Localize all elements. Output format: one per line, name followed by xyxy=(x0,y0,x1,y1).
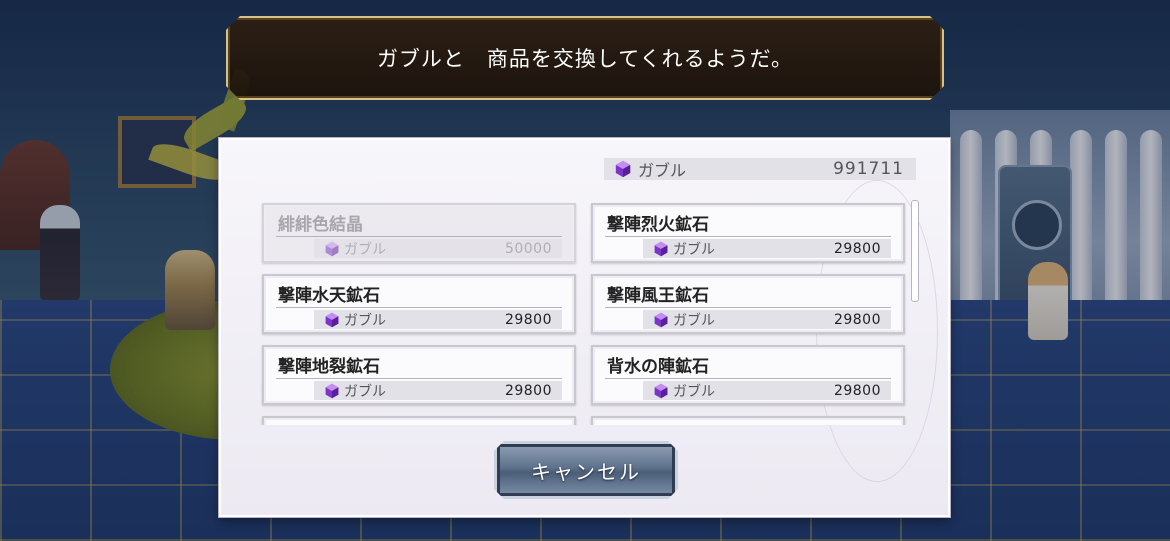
item-currency: ガブル xyxy=(673,383,715,400)
item-currency: ガブル xyxy=(344,312,386,329)
item-divider xyxy=(605,378,891,379)
item-price: 29800 xyxy=(833,311,881,328)
shop-item-1[interactable]: 撃陣烈火鉱石 ガブル 29800 xyxy=(591,203,905,263)
item-price: 29800 xyxy=(833,382,881,399)
item-currency: ガブル xyxy=(673,241,715,258)
item-price-row: ガブル 29800 xyxy=(643,310,891,329)
shop-item-4[interactable]: 撃陣地裂鉱石 ガブル 29800 xyxy=(262,345,576,405)
shop-item-3[interactable]: 撃陣風王鉱石 ガブル 29800 xyxy=(591,274,905,334)
purple-gem-icon xyxy=(325,241,339,256)
shop-item-5[interactable]: 背水の陣鉱石 ガブル 29800 xyxy=(591,345,905,405)
item-list-scrollbar[interactable] xyxy=(911,200,919,302)
message-text: ガブルと 商品を交換してくれるようだ。 xyxy=(376,47,794,71)
message-box: ガブルと 商品を交換してくれるようだ。 xyxy=(226,16,944,100)
item-currency: ガブル xyxy=(673,312,715,329)
item-name: 撃陣水天鉱石 xyxy=(278,286,380,306)
shop-item-partial[interactable] xyxy=(262,416,576,425)
purple-gem-icon xyxy=(654,383,668,398)
item-divider xyxy=(605,307,891,308)
item-price-row: ガブル 50000 xyxy=(314,239,562,258)
purple-gem-icon xyxy=(325,312,339,327)
item-currency: ガブル xyxy=(344,383,386,400)
item-price: 29800 xyxy=(833,240,881,257)
item-price: 29800 xyxy=(504,311,552,328)
shop-item-0[interactable]: 緋緋色結晶 ガブル 50000 xyxy=(262,203,576,263)
item-name: 撃陣地裂鉱石 xyxy=(278,357,380,377)
exchange-shop-panel: ガブル 991711 緋緋色結晶 ガブル 50000 撃陣烈火鉱石 ガブル 29… xyxy=(219,138,950,517)
item-price-row: ガブル 29800 xyxy=(314,310,562,329)
purple-gem-icon xyxy=(325,383,339,398)
shop-item-2[interactable]: 撃陣水天鉱石 ガブル 29800 xyxy=(262,274,576,334)
item-price-row: ガブル 29800 xyxy=(643,239,891,258)
purple-gem-icon xyxy=(654,241,668,256)
item-price: 29800 xyxy=(504,382,552,399)
item-divider xyxy=(276,236,562,237)
item-price-row: ガブル 29800 xyxy=(643,381,891,400)
cancel-button[interactable]: キャンセル xyxy=(494,441,678,499)
item-price: 50000 xyxy=(504,240,552,257)
item-name: 緋緋色結晶 xyxy=(278,215,363,235)
item-list[interactable]: 緋緋色結晶 ガブル 50000 撃陣烈火鉱石 ガブル 29800 撃陣水天鉱石 xyxy=(221,140,948,425)
item-divider xyxy=(276,378,562,379)
item-name: 撃陣烈火鉱石 xyxy=(607,215,709,235)
item-name: 背水の陣鉱石 xyxy=(607,357,709,377)
item-divider xyxy=(605,236,891,237)
item-name: 撃陣風王鉱石 xyxy=(607,286,709,306)
cancel-button-label: キャンセル xyxy=(531,459,641,484)
purple-gem-icon xyxy=(654,312,668,327)
shop-item-partial[interactable] xyxy=(591,416,905,425)
item-price-row: ガブル 29800 xyxy=(314,381,562,400)
item-divider xyxy=(276,307,562,308)
item-currency: ガブル xyxy=(344,241,386,258)
